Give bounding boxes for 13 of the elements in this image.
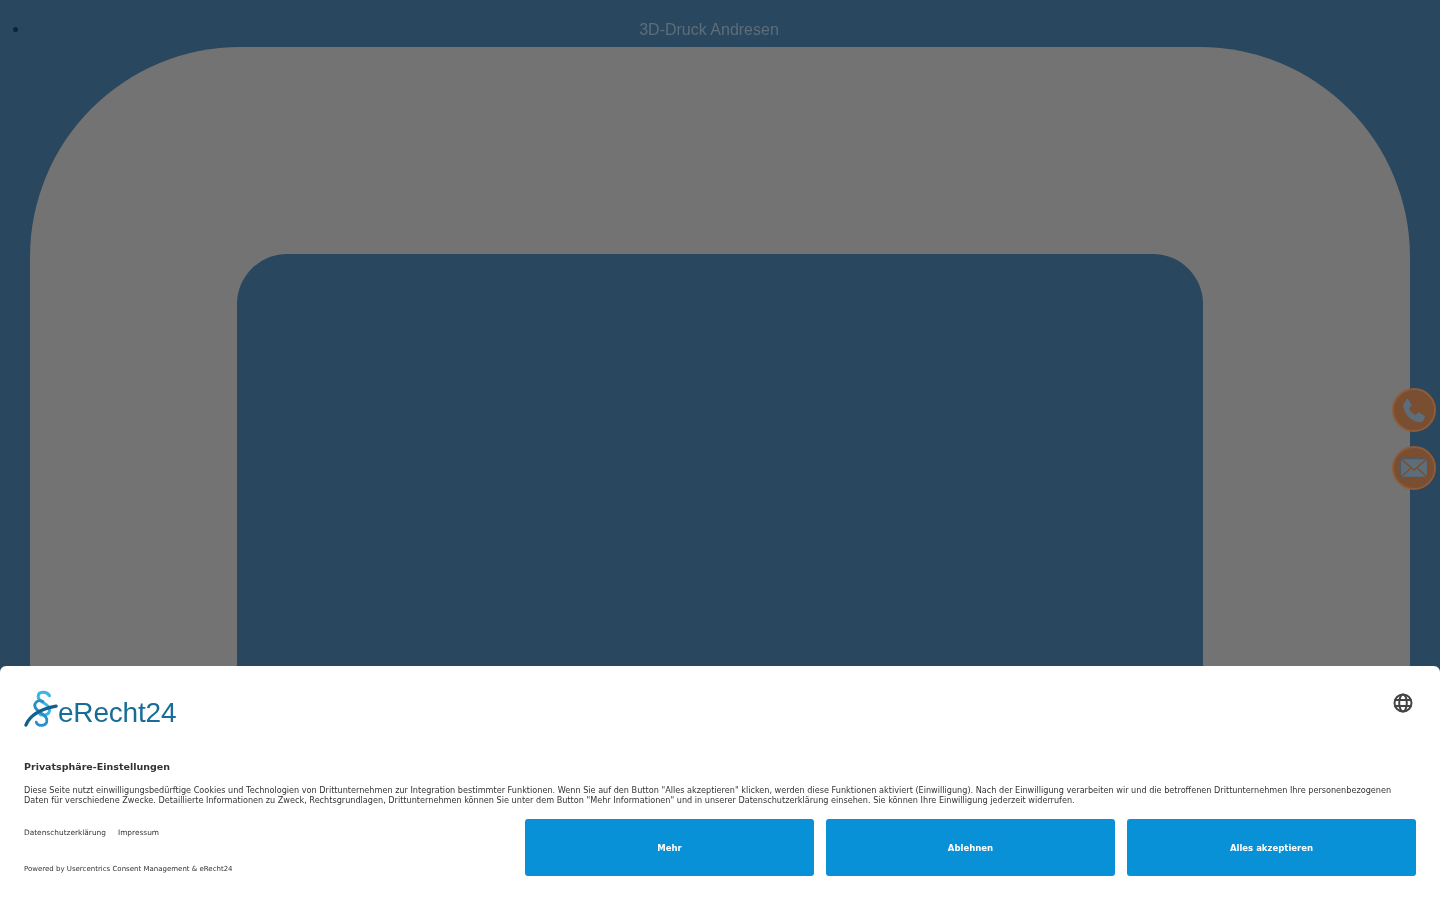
more-button[interactable]: Mehr — [525, 819, 814, 876]
mail-icon — [1400, 458, 1428, 478]
logo-mark-icon — [24, 690, 58, 728]
bullet-icon — [13, 27, 18, 32]
mail-button[interactable] — [1392, 446, 1436, 490]
decline-button[interactable]: Ablehnen — [826, 819, 1115, 876]
banner-description: Diese Seite nutzt einwilligungsbedürftige Cookies und Technologien von Drittunternehmen zur Integration bestimmter Funktionen. Wenn Sie auf den Button "Alles akzeptieren" klicken, werden diese Funktionen aktiviert (Einwilligung). Nach der Einwilligung verarbeiten wir und die betroffenen Drittunternehmen Ihre personenbezogenen Daten für verschiedene Zwecke. Detaillierte Informationen zu Zweck, Rechtsgrundlagen, Drittunternehmen können Sie unter dem Button "Mehr Informationen" und in unserer Datenschutzerklärung einsehen. Sie können Ihre Einwilligung jederzeit widerrufen. — [24, 785, 1393, 805]
accept-all-button[interactable]: Alles akzeptieren — [1127, 819, 1416, 876]
banner-heading: Privatsphäre-Einstellungen — [24, 761, 170, 773]
logo-text: eRecht24 — [58, 698, 177, 728]
phone-icon — [1403, 398, 1425, 422]
phone-button[interactable] — [1392, 388, 1436, 432]
language-globe-icon[interactable] — [1393, 693, 1413, 713]
